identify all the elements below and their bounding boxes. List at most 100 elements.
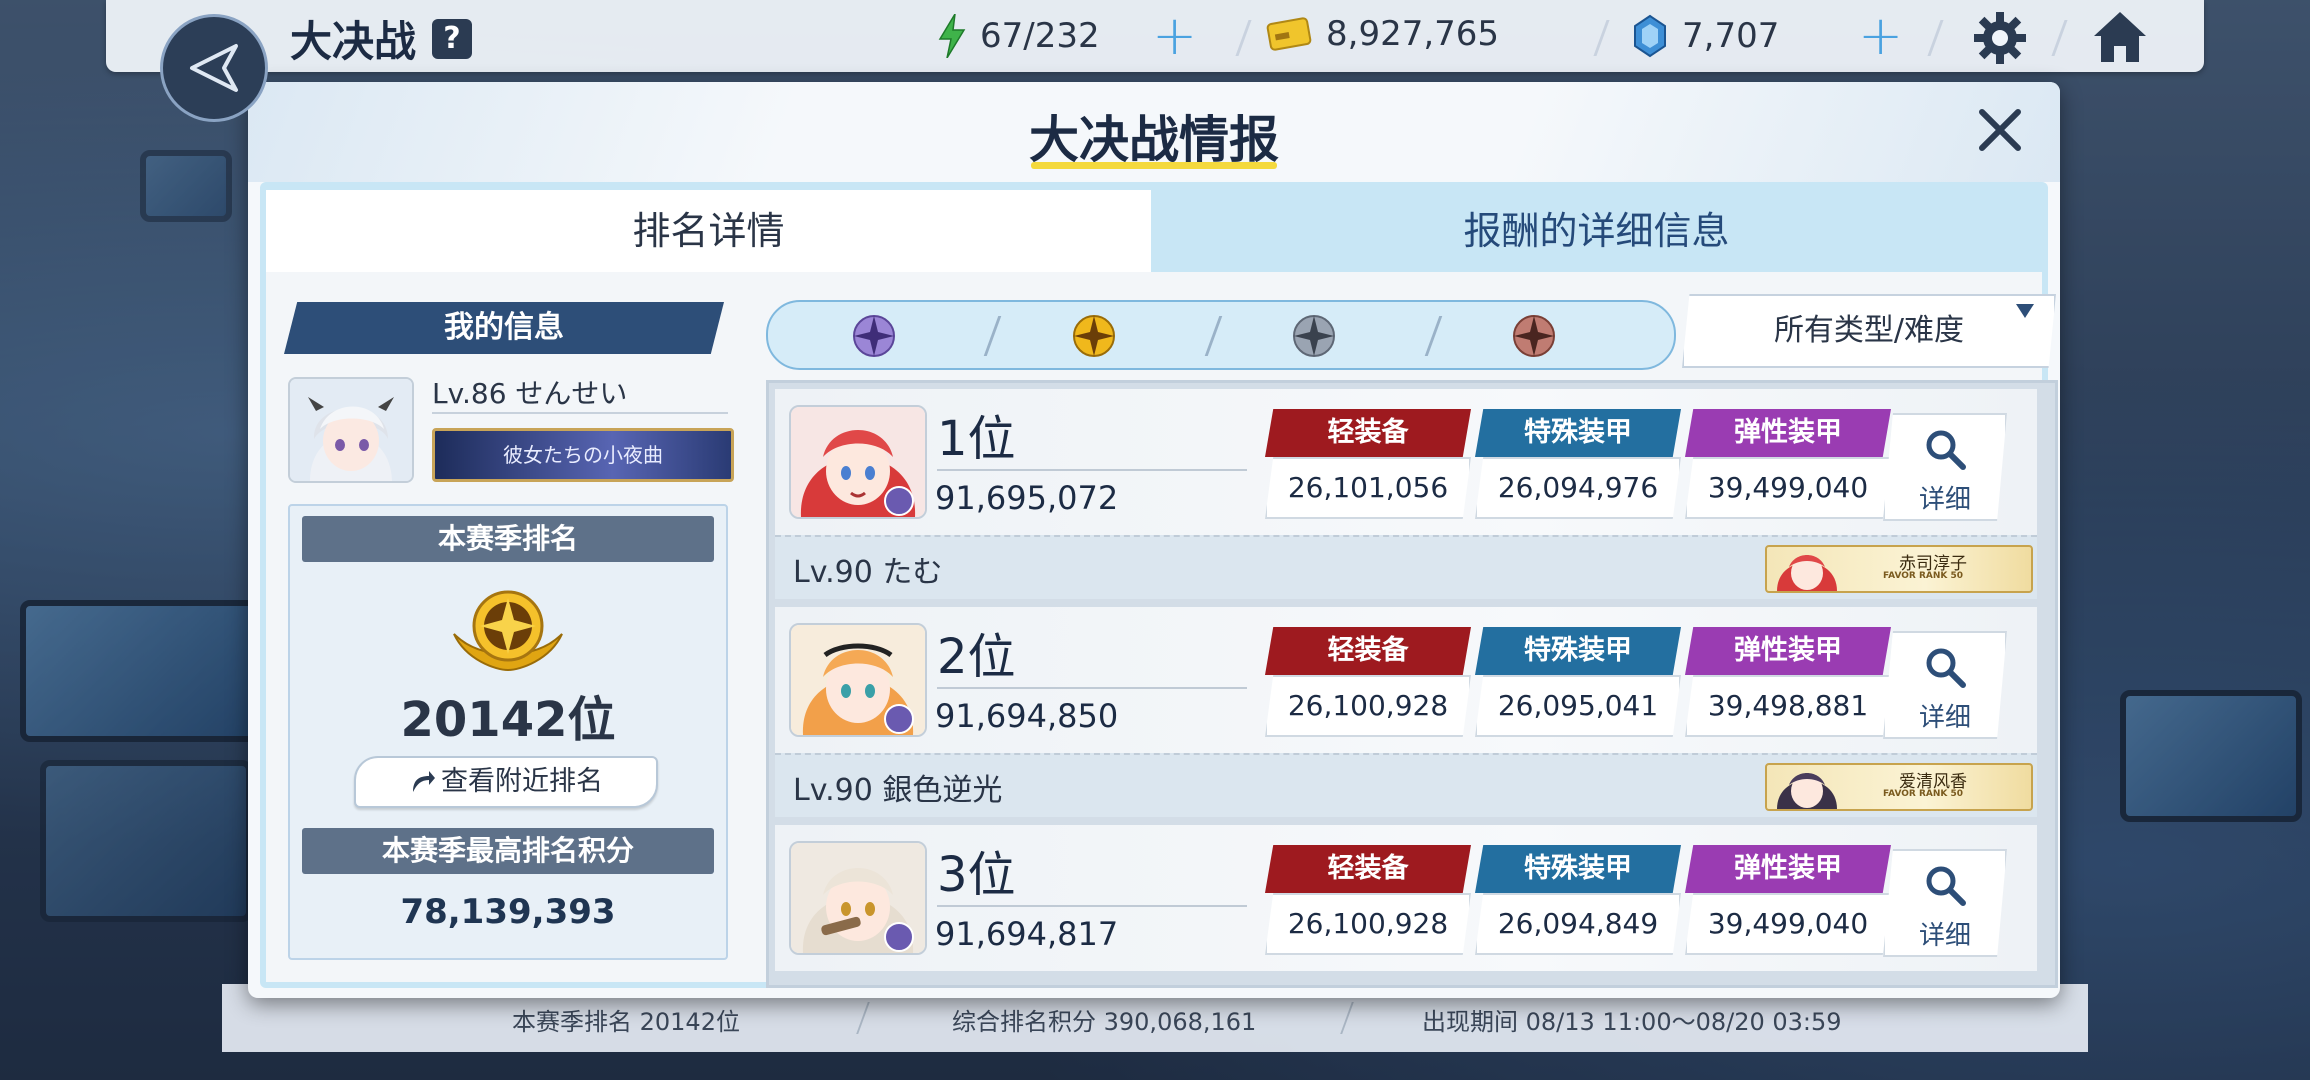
pyroxene-gem-icon <box>1634 14 1666 58</box>
divider <box>856 1002 870 1034</box>
summary-period: 出现期间 08/13 11:00～08/20 03:59 <box>1422 1008 1842 1036</box>
divider <box>937 687 1247 689</box>
player-avatar-portrait <box>290 379 412 481</box>
dialog-body: 排名详情 报酬的详细信息 我的信息 Lv.86 せんせい 彼女たちの小夜曲 本赛… <box>260 182 2058 988</box>
ranker-avatar <box>789 841 927 955</box>
favorite-student-badge: 赤司淳子 FAVOR RANK 50 <box>1765 545 2033 593</box>
ranking-list[interactable]: 1位 91,695,072 轻装备 26,101,056 特殊装甲 26,094… <box>766 380 2058 988</box>
close-button[interactable] <box>1970 100 2030 160</box>
my-info-header: 我的信息 <box>284 302 724 354</box>
credit-card-icon <box>1266 17 1312 51</box>
elastic-armor-value: 39,498,881 <box>1685 675 1891 737</box>
special-armor-value: 26,094,976 <box>1475 457 1681 519</box>
ranking-content: 我的信息 Lv.86 せんせい 彼女たちの小夜曲 本赛季排名 20142位 查看… <box>266 272 2058 988</box>
special-armor-score: 特殊装甲 26,095,041 <box>1475 627 1681 737</box>
back-arrow-icon <box>190 44 238 92</box>
ranking-entry-main: 3位 91,694,817 轻装备 26,100,928 特殊装甲 26,094… <box>775 825 2037 971</box>
redirect-arrow-icon <box>413 771 435 792</box>
raid-info-dialog: 大决战情报 排名详情 报酬的详细信息 我的信息 Lv.86 せんせい 彼女たちの… <box>248 82 2060 998</box>
divider <box>983 316 1002 356</box>
ranker-score: 91,695,072 <box>935 479 1119 517</box>
back-button[interactable] <box>160 14 268 122</box>
tab-ranking-details[interactable]: 排名详情 <box>266 190 1151 272</box>
detail-label: 详细 <box>1918 703 1971 733</box>
elastic-armor-label: 弹性装甲 <box>1685 845 1891 893</box>
type-difficulty-dropdown[interactable]: 所有类型/难度 <box>1682 294 2056 368</box>
favor-rank: FAVOR RANK 50 <box>1883 571 1964 581</box>
ranking-entry-footer: Lv.90 銀色逆光 爱清风香 FAVOR RANK 50 <box>775 753 2037 817</box>
ranker-rank: 2位 <box>937 629 1016 685</box>
gems-value: 7,707 <box>1682 16 1780 56</box>
ranking-entry: 3位 91,694,817 轻装备 26,100,928 特殊装甲 26,094… <box>775 825 2037 985</box>
lightning-icon <box>938 14 966 58</box>
type-difficulty-label: 所有类型/难度 <box>1773 313 1965 348</box>
favorite-student-badge: 爱清风香 FAVOR RANK 50 <box>1765 763 2033 811</box>
elastic-armor-score: 弹性装甲 39,499,040 <box>1685 409 1891 519</box>
difficulty-filter <box>766 300 1676 370</box>
special-armor-label: 特殊装甲 <box>1475 845 1681 893</box>
season-rank-value: 20142位 <box>400 692 616 748</box>
gold-tier-icon[interactable] <box>1068 310 1120 362</box>
credits-value: 8,927,765 <box>1326 14 1500 54</box>
search-icon <box>1926 648 1966 688</box>
bronze-tier-icon[interactable] <box>1508 310 1560 362</box>
detail-label: 详细 <box>1918 921 1971 951</box>
special-armor-score: 特殊装甲 26,094,849 <box>1475 845 1681 955</box>
detail-button[interactable]: 详细 <box>1883 413 2007 521</box>
special-armor-value: 26,094,849 <box>1475 893 1681 955</box>
gear-icon <box>1974 12 2026 64</box>
player-level-name: Lv.86 せんせい <box>432 377 628 410</box>
divider <box>432 412 728 414</box>
credits-counter: 8,927,765 <box>1266 14 1499 54</box>
detail-button[interactable]: 详细 <box>1883 631 2007 739</box>
divider <box>937 469 1247 471</box>
ranker-level-name: Lv.90 銀色逆光 <box>793 773 1003 808</box>
divider <box>1424 316 1443 356</box>
home-button[interactable] <box>2090 8 2150 70</box>
player-avatar <box>288 377 414 483</box>
silver-tier-icon[interactable] <box>1288 310 1340 362</box>
settings-button[interactable] <box>1972 10 2028 70</box>
summary-season-rank: 本赛季排名 20142位 <box>512 1008 740 1036</box>
ranking-entry-main: 1位 91,695,072 轻装备 26,101,056 特殊装甲 26,094… <box>775 389 2037 535</box>
detail-label: 详细 <box>1918 485 1971 515</box>
light-armor-value: 26,100,928 <box>1265 893 1471 955</box>
ranker-avatar <box>789 623 927 737</box>
ranker-rank: 1位 <box>937 411 1016 467</box>
view-nearby-rank-label: 查看附近排名 <box>441 766 603 797</box>
add-gems-button[interactable]: + <box>1858 6 1903 66</box>
elastic-armor-value: 39,499,040 <box>1685 457 1891 519</box>
detail-button[interactable]: 详细 <box>1883 849 2007 957</box>
page-title: 大决战 <box>290 17 417 66</box>
tab-reward-details[interactable]: 报酬的详细信息 <box>1151 190 2042 272</box>
gems-counter: 7,707 <box>1632 14 1779 58</box>
light-armor-score: 轻装备 26,101,056 <box>1265 409 1471 519</box>
light-armor-value: 26,100,928 <box>1265 675 1471 737</box>
elastic-armor-score: 弹性装甲 39,499,040 <box>1685 845 1891 955</box>
ranker-score: 91,694,817 <box>935 915 1119 953</box>
platinum-tier-icon[interactable] <box>848 310 900 362</box>
special-armor-label: 特殊装甲 <box>1475 409 1681 457</box>
search-icon <box>1926 866 1966 906</box>
divider <box>1204 316 1223 356</box>
best-score-header: 本赛季最高排名积分 <box>302 828 714 874</box>
ranker-score: 91,694,850 <box>935 697 1119 735</box>
light-armor-score: 轻装备 26,100,928 <box>1265 845 1471 955</box>
home-icon <box>2094 12 2146 62</box>
help-button[interactable]: ? <box>432 19 472 59</box>
elastic-armor-label: 弹性装甲 <box>1685 409 1891 457</box>
ranking-entry: 1位 91,695,072 轻装备 26,101,056 特殊装甲 26,094… <box>775 389 2037 599</box>
ranking-entry: 2位 91,694,850 轻装备 26,100,928 特殊装甲 26,095… <box>775 607 2037 817</box>
ranker-rank: 3位 <box>937 847 1016 903</box>
elastic-armor-label: 弹性装甲 <box>1685 627 1891 675</box>
light-armor-score: 轻装备 26,100,928 <box>1265 627 1471 737</box>
add-energy-button[interactable]: + <box>1152 6 1197 66</box>
ranking-entry-main: 2位 91,694,850 轻装备 26,100,928 特殊装甲 26,095… <box>775 607 2037 753</box>
energy-counter: 67/232 <box>938 14 1100 58</box>
view-nearby-rank-button[interactable]: 查看附近排名 <box>354 756 658 808</box>
player-title-banner: 彼女たちの小夜曲 <box>432 428 734 482</box>
season-rank-panel: 本赛季排名 20142位 查看附近排名 本赛季最高排名积分 78,139,393 <box>288 504 728 960</box>
ranker-level-name: Lv.90 たむ <box>793 555 943 590</box>
ranker-avatar <box>789 405 927 519</box>
light-armor-label: 轻装备 <box>1265 845 1471 893</box>
